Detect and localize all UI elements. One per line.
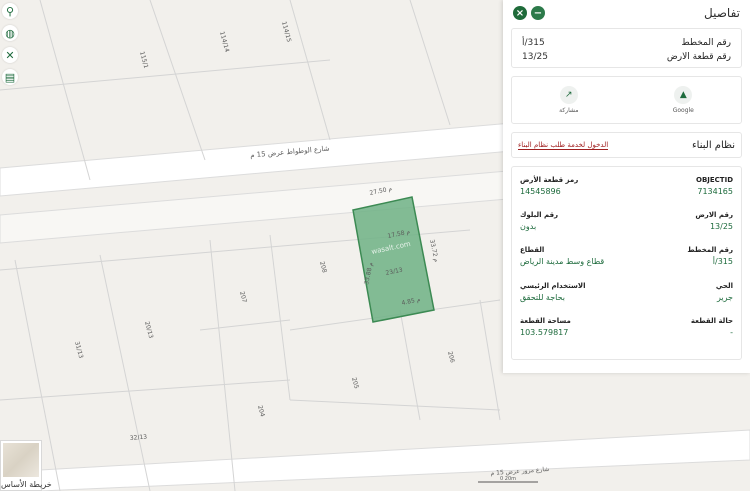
summary-card: رقم المخطط 315/أ رقم قطعة الارض 13/25 [511,28,742,68]
actions-card: ▲ Google ↗ مشاركة [511,76,742,124]
area-cell: مساحة القطعة 103.579817 [520,316,622,351]
pin-icon[interactable]: ⚲ [2,3,18,19]
main-use-cell: الاستخدام الرئيسي بحاجة للتحقق [520,281,622,316]
land-code-label: رمز قطعة الأرض [520,176,579,184]
google-button[interactable]: ▲ Google [673,86,694,114]
block-no-value: بدون [520,222,537,232]
plot-no-detail-label: رقم الارض [695,211,733,220]
block-no-label: رقم البلوك [520,211,559,220]
land-code-value: 14545896 [520,187,561,196]
share-icon: ↗ [559,86,578,104]
status-cell: حالة القطعة - [632,316,733,351]
plot-no-detail-value: 13/25 [709,222,733,232]
block-no-cell: رقم البلوك بدون [520,210,622,245]
google-icon: ▲ [674,86,693,104]
tools-icon[interactable]: ✕ [2,47,18,63]
area-label: مساحة القطعة [520,316,571,325]
objectid-label: OBJECTID [696,176,733,184]
objectid-value: 7134165 [697,187,733,196]
google-label: Google [672,107,694,114]
globe-icon[interactable]: ◍ [2,25,18,41]
details-card: OBJECTID 7134165 رمز قطعة الأرض 14545896… [511,166,742,360]
plan-no-value: 315/أ [522,38,545,48]
objectid-cell: OBJECTID 7134165 [632,175,733,210]
basemap-label: خريطة الأساس [1,480,52,489]
land-code-cell: رمز قطعة الأرض 14545896 [520,175,622,210]
plan-no-label: رقم المخطط [681,38,731,48]
panel-title: تفاصيل [704,6,740,20]
minimize-icon[interactable]: − [531,6,545,20]
plot-no-cell: رقم الارض 13/25 [632,210,733,245]
share-button[interactable]: ↗ مشاركة [559,86,579,114]
main-use-value: بحاجة للتحقق [520,292,565,302]
district-value: جرير [717,292,733,302]
svg-text:0 20m: 0 20m [500,476,516,482]
status-label: حالة القطعة [690,316,733,325]
sector-value: قطاع وسط مدينة الرياض [520,257,605,267]
basemap-thumbnail [3,443,39,477]
map-toolbar: ⚲ ◍ ✕ ▤ [0,0,20,85]
building-system-card: نظام البناء الدخول لخدمة طلب نظام البناء [511,132,742,158]
status-value: - [730,327,733,337]
building-system-link[interactable]: الدخول لخدمة طلب نظام البناء [518,141,609,150]
book-icon[interactable]: ▤ [2,69,18,85]
plan-no-detail-value: 315/أ [712,257,733,267]
plot-no-label: رقم قطعة الارض [666,52,731,62]
close-icon[interactable]: × [513,6,527,20]
basemap-switch[interactable]: خريطة الأساس [0,440,52,491]
district-cell: الحي جرير [632,281,733,316]
district-label: الحي [715,281,733,290]
area-value: 103.579817 [520,327,569,337]
details-panel: تفاصيل × − رقم المخطط 315/أ رقم قطعة الا… [503,0,750,373]
sector-cell: القطاع قطاع وسط مدينة الرياض [520,245,622,280]
sector-label: القطاع [520,246,545,255]
plan-no-cell: رقم المخطط 315/أ [632,245,733,280]
plot-no-value: 13/25 [522,52,548,62]
panel-header: تفاصيل × − [503,0,750,26]
building-system-label: نظام البناء [691,139,735,151]
plan-no-detail-label: رقم المخطط [687,246,733,255]
main-use-label: الاستخدام الرئيسي [520,281,586,290]
share-label: مشاركة [559,107,579,114]
